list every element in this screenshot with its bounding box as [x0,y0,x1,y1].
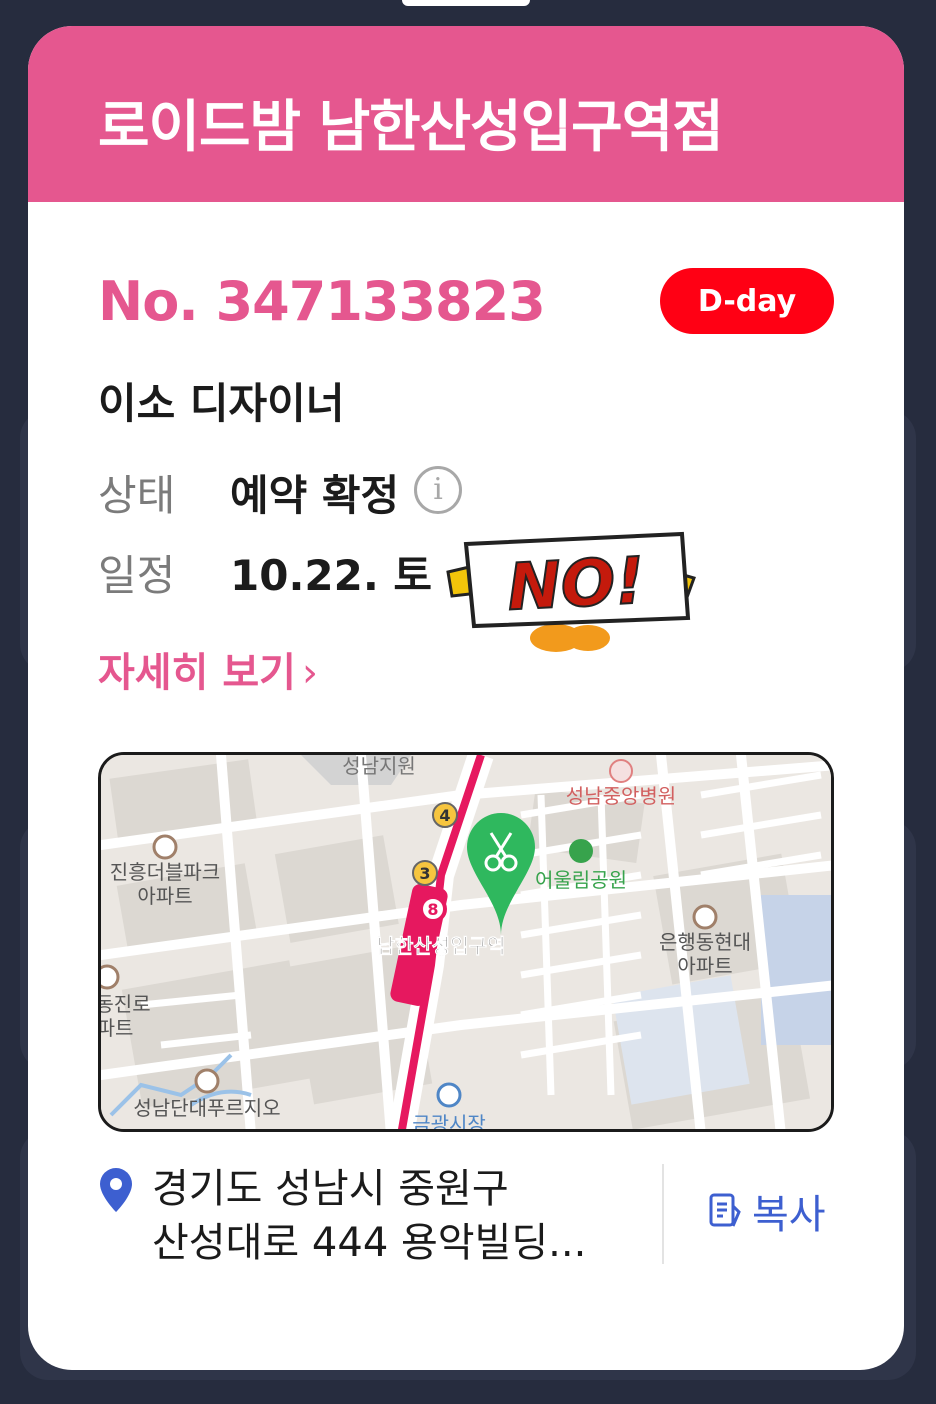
divider [662,1164,664,1264]
map-canvas: 4 1 3 8 성남지원 성남중앙병원 어울림공원 진흥더블파크 아파트 남한산… [101,755,831,1132]
reservation-card: 로이드밤 남한산성입구역점 No. 347133823 D-day 이소 디자이… [28,26,904,1370]
copy-label: 복사 [752,1192,826,1238]
map-label-apt2: 은행동현대 [659,930,751,954]
map-label-hospital: 성남중앙병원 [566,784,676,808]
location-pin-icon [100,1168,132,1212]
reservation-number: No. 347133823 [98,270,546,333]
detail-link[interactable]: 자세히 보기 › [98,640,318,698]
map-label-apt1b: 아파트 [137,884,192,908]
copy-icon [709,1193,741,1227]
detail-link-label: 자세히 보기 [98,650,296,696]
line-8-label: 8 [427,900,438,919]
sticker-text: NO! [506,544,647,625]
shop-name: 로이드밤 남한산성입구역점 [98,95,724,160]
address-text: 경기도 성남시 중원구 산성대로 444 용악빌딩... [152,1162,652,1270]
map-label-court: 성남지원 [342,755,416,778]
map-label-market: 금광시장 [412,1112,486,1132]
status-value: 예약 확정 [230,471,400,520]
map-label-apt1: 진흥더블파크 [110,860,220,884]
map-label-park: 어울림공원 [535,868,627,892]
card-header: 로이드밤 남한산성입구역점 [28,26,904,202]
no-sticker: NO! [446,531,696,652]
dday-badge: D-day [660,268,834,334]
schedule-value: 10.22. 토 [230,551,433,600]
info-icon[interactable]: i [414,466,462,514]
map-label-apt3b: 파트 [101,1016,133,1040]
address-line-1: 경기도 성남시 중원구 [152,1166,509,1212]
map-label-apt2b: 아파트 [677,954,732,978]
map-label-apt3: 동진로 [101,992,151,1016]
location-map[interactable]: 4 1 3 8 성남지원 성남중앙병원 어울림공원 진흥더블파크 아파트 남한산… [98,752,834,1132]
status-label: 상태 [98,471,176,520]
exit-4-label: 4 [439,806,450,825]
exit-3-label: 3 [419,864,430,883]
sheet-handle[interactable] [402,0,530,6]
map-label-apt4: 성남단대푸르지오 [133,1096,280,1120]
copy-address-button[interactable]: 복사 [708,1186,826,1238]
designer-name: 이소 디자이너 [98,379,345,428]
map-label-station: 남한산성입구역 [377,934,506,958]
address-line-2: 산성대로 444 용악빌딩... [152,1220,587,1266]
schedule-label: 일정 [98,551,176,600]
chevron-right-icon: › [301,650,318,696]
